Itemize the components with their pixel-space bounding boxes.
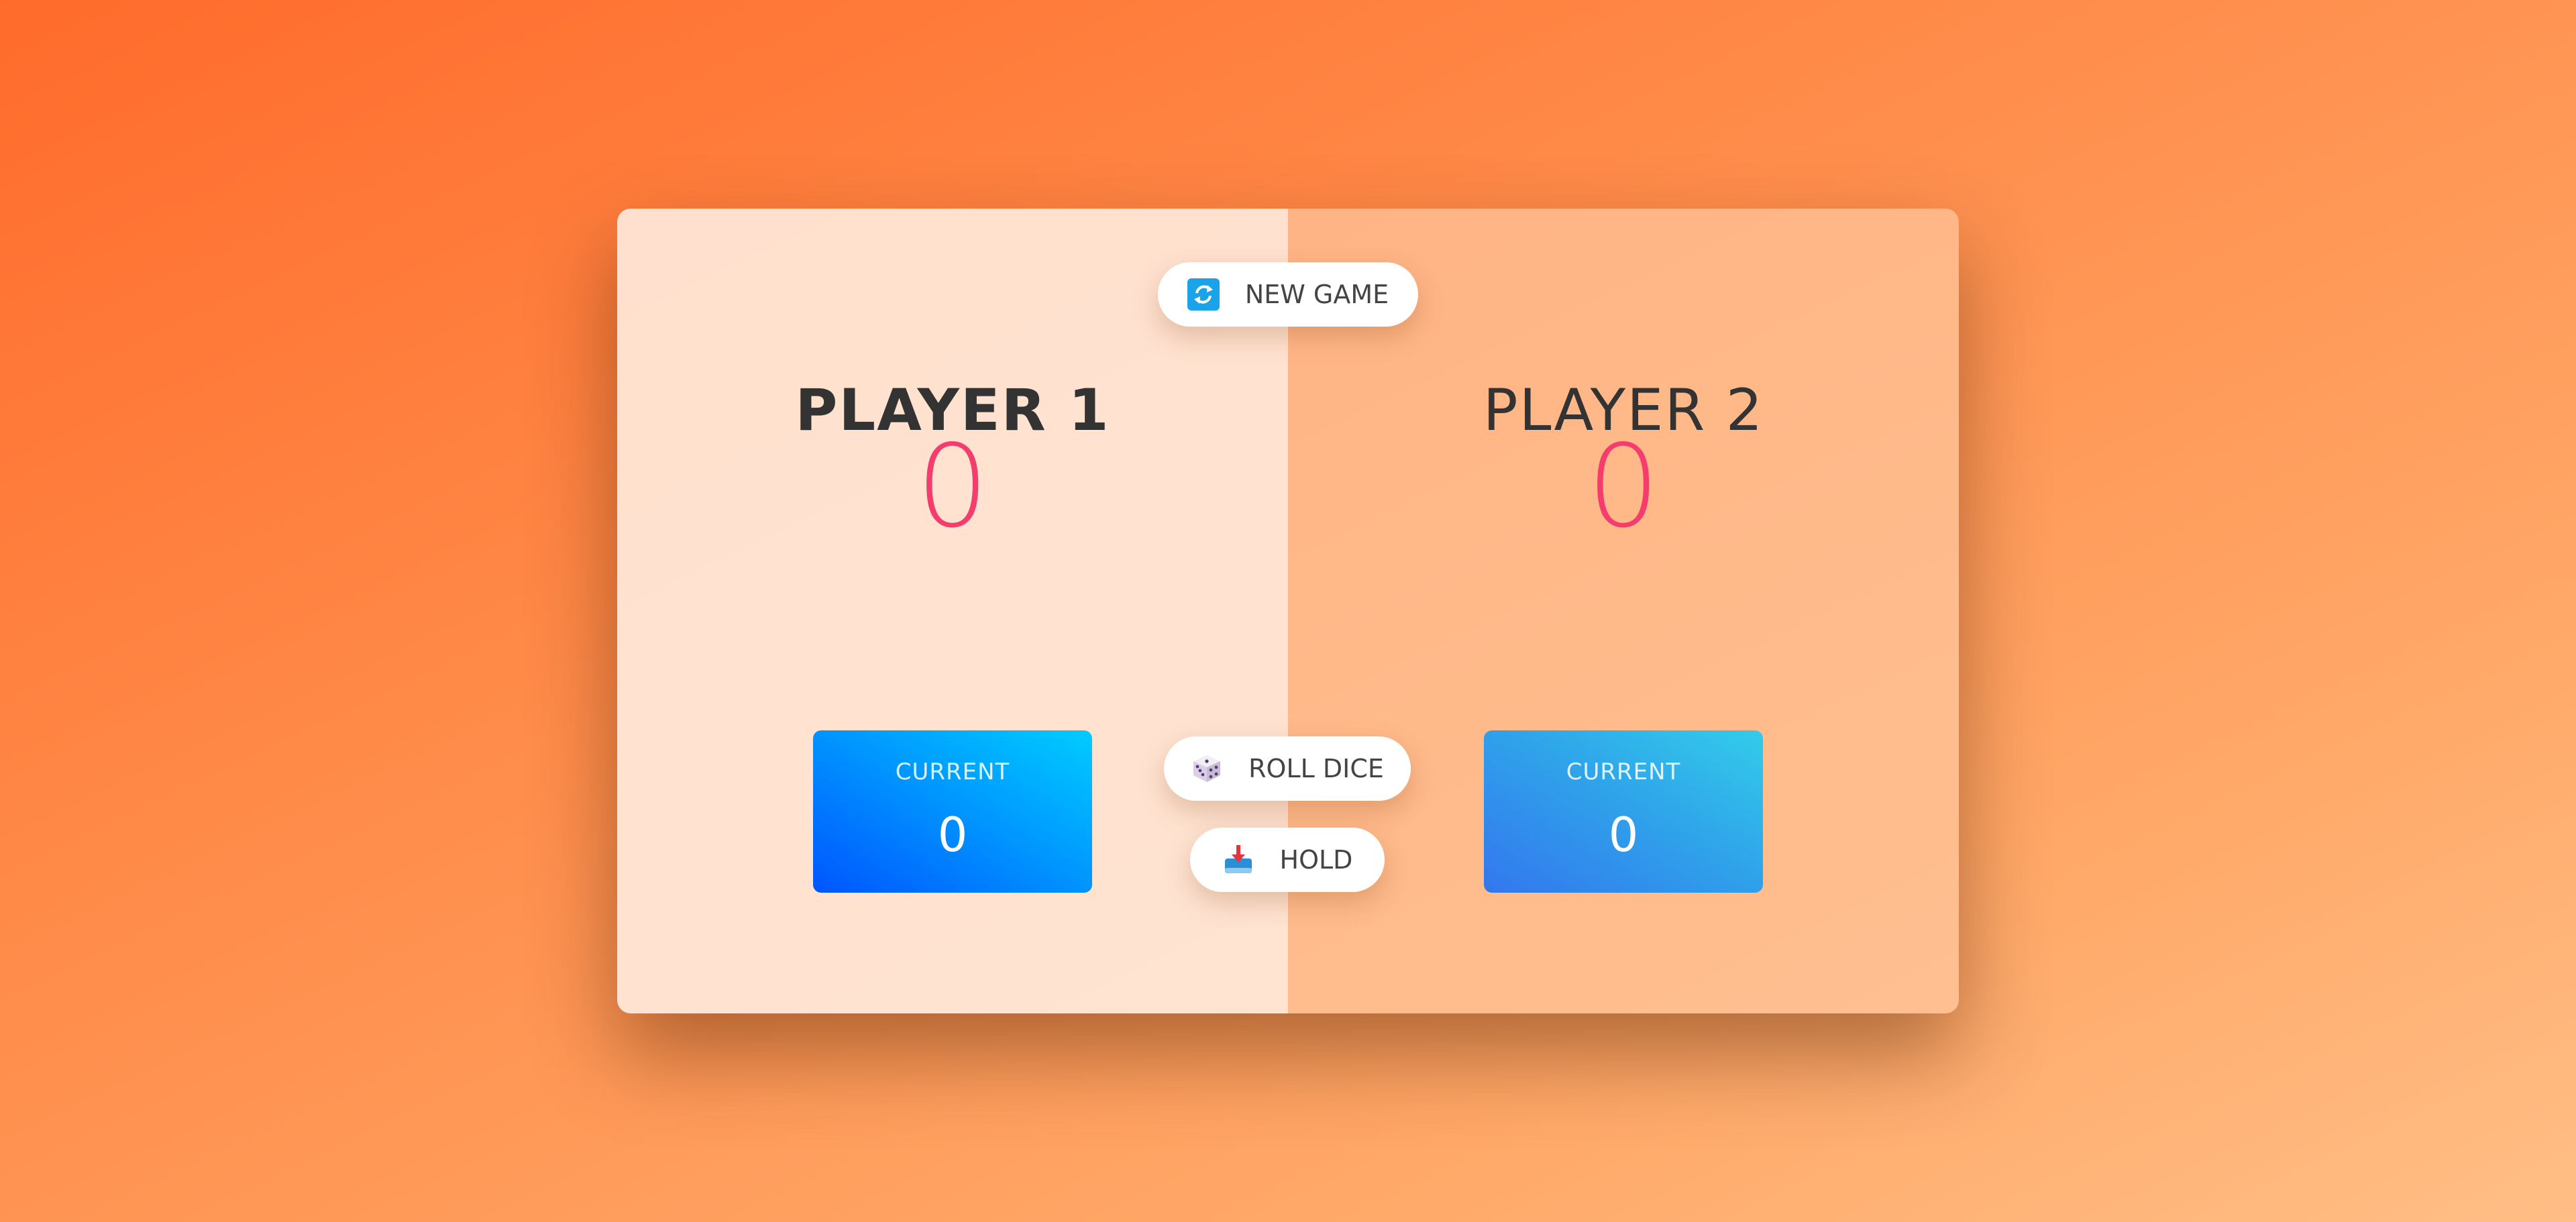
refresh-icon: [1187, 278, 1220, 311]
player-1-score: 0: [916, 421, 989, 553]
game-board: PLAYER 1 0 CURRENT 0 PLAYER 2 0 CURRENT …: [617, 209, 1959, 1013]
player-2-current-label: CURRENT: [1566, 759, 1681, 785]
player-1-current-score: 0: [937, 808, 968, 863]
hold-label: HOLD: [1279, 845, 1353, 875]
hold-button[interactable]: HOLD: [1190, 828, 1385, 892]
player-1-current-box: CURRENT 0: [813, 730, 1092, 893]
roll-dice-button[interactable]: ROLL DICE: [1164, 736, 1411, 801]
player-2-current-box: CURRENT 0: [1484, 730, 1763, 893]
player-1-panel: PLAYER 1 0 CURRENT 0: [617, 209, 1288, 1013]
player-2-panel: PLAYER 2 0 CURRENT 0: [1288, 209, 1959, 1013]
player-1-current-label: CURRENT: [895, 759, 1010, 785]
dice-icon: [1191, 753, 1223, 785]
player-2-score: 0: [1587, 421, 1660, 553]
player-2-current-score: 0: [1608, 808, 1639, 863]
roll-dice-label: ROLL DICE: [1248, 754, 1384, 783]
new-game-button[interactable]: NEW GAME: [1158, 262, 1418, 327]
inbox-tray-icon: [1222, 844, 1254, 876]
new-game-label: NEW GAME: [1244, 280, 1389, 309]
